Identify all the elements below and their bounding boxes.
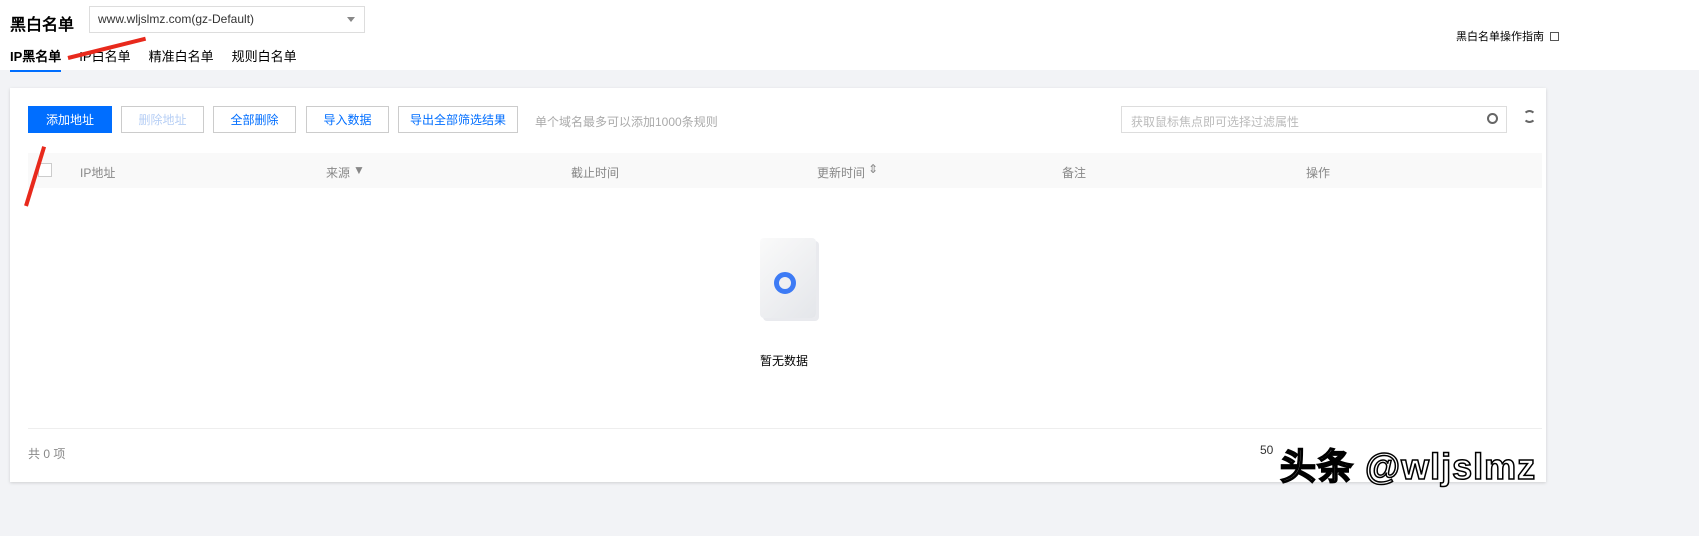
page-header: 黑白名单 www.wljslmz.com(gz-Default) IP黑名单 I…: [0, 0, 1699, 72]
col-update-time[interactable]: 更新时间: [817, 164, 865, 181]
col-actions: 操作: [1306, 166, 1331, 180]
domain-value: www.wljslmz.com(gz-Default): [98, 12, 255, 26]
col-ip: IP地址: [80, 166, 116, 180]
blacklist-card: 添加地址 删除地址 全部删除 导入数据 导出全部筛选结果 单个域名最多可以添加1…: [10, 88, 1546, 482]
table-header: IP地址 来源 ▼ 截止时间 更新时间 ⇕ 备注 操作: [28, 153, 1542, 188]
domain-select[interactable]: www.wljslmz.com(gz-Default): [89, 6, 365, 33]
empty-state-text: 暂无数据: [760, 354, 809, 368]
filter-search-input[interactable]: 获取鼠标焦点即可选择过滤属性: [1121, 106, 1507, 133]
refresh-icon[interactable]: [1523, 110, 1536, 123]
total-count: 共 0 项: [28, 447, 66, 461]
delete-address-button[interactable]: 删除地址: [121, 106, 204, 133]
page-title: 黑白名单: [10, 17, 75, 34]
tab-bar: IP黑名单 IP白名单 精准白名单 规则白名单: [10, 46, 297, 72]
col-remark: 备注: [1062, 166, 1087, 180]
filter-icon[interactable]: ▼: [353, 163, 365, 177]
col-expire-time: 截止时间: [571, 166, 620, 180]
rule-limit-hint: 单个域名最多可以添加1000条规则: [535, 115, 718, 129]
pagination[interactable]: 50: [1260, 443, 1273, 457]
watermark: 头条 @wljslmz: [1279, 445, 1537, 488]
guide-label: 黑白名单操作指南: [1456, 31, 1544, 43]
page-size-select[interactable]: 50: [1260, 443, 1273, 457]
export-button[interactable]: 导出全部筛选结果: [398, 106, 518, 133]
search-placeholder: 获取鼠标焦点即可选择过滤属性: [1131, 115, 1300, 129]
import-data-button[interactable]: 导入数据: [306, 106, 389, 133]
external-link-icon: [1550, 31, 1559, 41]
search-icon[interactable]: [1487, 113, 1498, 124]
col-source[interactable]: 来源: [326, 164, 350, 181]
divider: [28, 428, 1542, 429]
sort-icon[interactable]: ⇕: [868, 162, 878, 176]
delete-all-button[interactable]: 全部删除: [213, 106, 296, 133]
tab-ip-blacklist[interactable]: IP黑名单: [10, 46, 62, 72]
tab-precise-whitelist[interactable]: 精准白名单: [149, 46, 214, 72]
tab-rule-whitelist[interactable]: 规则白名单: [232, 46, 297, 72]
add-address-button[interactable]: 添加地址: [28, 106, 112, 133]
chevron-down-icon: [347, 17, 355, 22]
empty-state-icon: [760, 238, 816, 318]
guide-link[interactable]: 黑白名单操作指南: [1456, 28, 1559, 44]
